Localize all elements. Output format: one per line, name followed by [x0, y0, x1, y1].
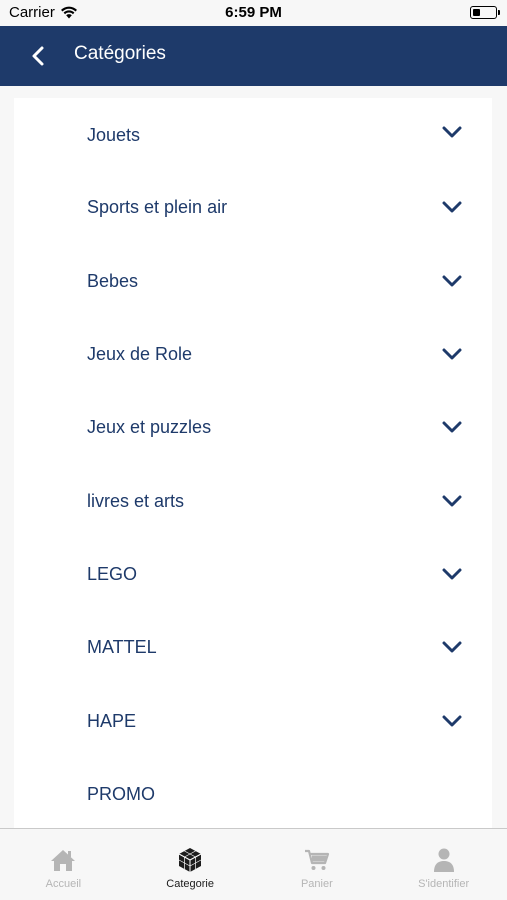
- category-item[interactable]: PROMO: [14, 758, 492, 828]
- chevron-down-icon[interactable]: [442, 125, 462, 139]
- category-item[interactable]: HAPE: [14, 684, 492, 757]
- chevron-down-icon[interactable]: [442, 421, 462, 435]
- chevron-down-icon[interactable]: [442, 567, 462, 581]
- status-time: 6:59 PM: [225, 4, 282, 21]
- category-item[interactable]: LEGO: [14, 538, 492, 611]
- category-item[interactable]: Bebes: [14, 245, 492, 318]
- category-item[interactable]: Jeux de Role: [14, 318, 492, 391]
- tab-accueil[interactable]: Accueil: [0, 829, 127, 900]
- category-label: PROMO: [87, 783, 156, 804]
- cube-icon: [177, 847, 203, 873]
- battery-icon: [470, 6, 500, 19]
- chevron-down-icon[interactable]: [442, 714, 462, 728]
- nav-bar: Catégories: [0, 26, 507, 86]
- category-item[interactable]: Jeux et puzzles: [14, 391, 492, 464]
- tab-label: Accueil: [45, 878, 82, 890]
- chevron-down-icon[interactable]: [442, 494, 462, 508]
- user-icon: [431, 847, 457, 873]
- tab-sidentifier[interactable]: S'identifier: [380, 829, 507, 900]
- category-label: HAPE: [87, 710, 137, 731]
- category-label: Jouets: [87, 125, 141, 145]
- chevron-down-icon[interactable]: [442, 274, 462, 288]
- category-item[interactable]: Jouets: [14, 98, 492, 171]
- category-item[interactable]: MATTEL: [14, 611, 492, 684]
- chevron-down-icon[interactable]: [442, 201, 462, 215]
- chevron-down-icon[interactable]: [442, 641, 462, 655]
- category-item[interactable]: livres et arts: [14, 464, 492, 537]
- category-label: Sports et plein air: [87, 197, 228, 218]
- category-label: Jeux de Role: [87, 344, 193, 365]
- category-label: Bebes: [87, 270, 139, 291]
- tab-label: Panier: [300, 878, 333, 890]
- tab-label: Categorie: [166, 878, 214, 890]
- category-label: LEGO: [87, 563, 138, 584]
- page-title: Catégories: [74, 43, 166, 64]
- home-icon: [50, 847, 76, 873]
- category-list: Jouets Sports et plein air Bebes Jeux de Ro…: [14, 98, 492, 828]
- back-button[interactable]: [22, 40, 54, 72]
- cart-icon: [304, 847, 330, 873]
- tab-panier[interactable]: Panier: [254, 829, 381, 900]
- chevron-left-icon: [32, 46, 44, 66]
- tab-bar: Accueil Categorie Panier S'identifier: [0, 828, 507, 900]
- tab-categorie[interactable]: Categorie: [127, 829, 254, 900]
- category-label: MATTEL: [87, 637, 157, 658]
- category-item[interactable]: Sports et plein air: [14, 171, 492, 244]
- category-label: Jeux et puzzles: [87, 417, 212, 438]
- tab-label: S'identifier: [418, 878, 470, 890]
- category-label: livres et arts: [87, 490, 185, 511]
- status-bar: Carrier 6:59 PM: [0, 0, 507, 26]
- chevron-down-icon[interactable]: [442, 348, 462, 362]
